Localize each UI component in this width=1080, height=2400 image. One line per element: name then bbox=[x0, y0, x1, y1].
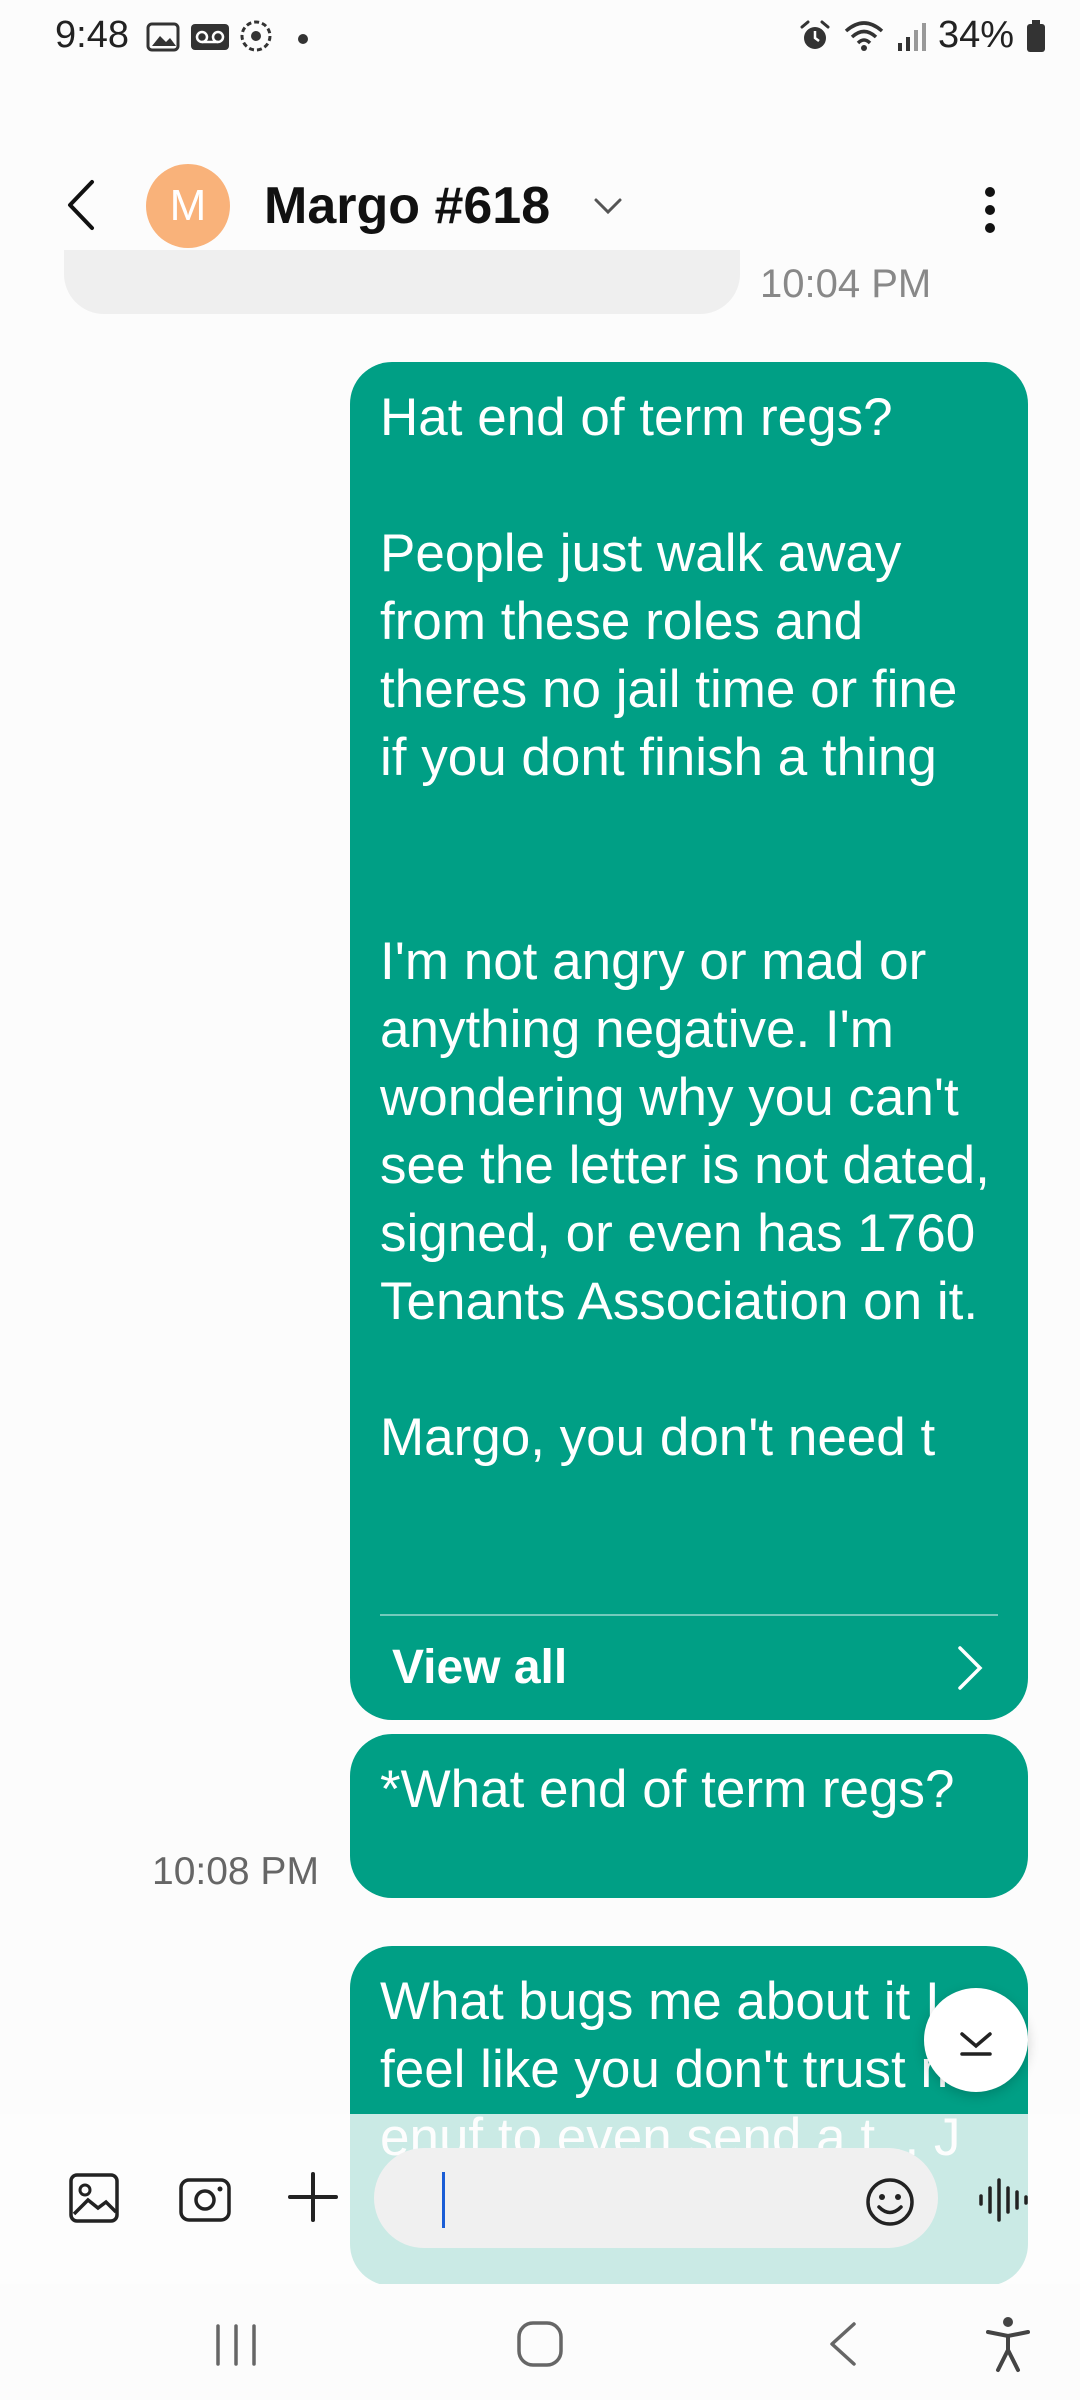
image-icon bbox=[146, 22, 180, 52]
back-button[interactable] bbox=[52, 172, 112, 238]
accessibility-icon[interactable] bbox=[982, 2314, 1034, 2374]
view-all-link[interactable]: View all bbox=[392, 1634, 567, 1702]
voice-input-icon[interactable] bbox=[976, 2170, 1030, 2230]
wifi-icon bbox=[844, 20, 884, 51]
emoji-icon[interactable] bbox=[864, 2176, 916, 2228]
view-all-divider bbox=[380, 1614, 998, 1616]
chevron-down-icon[interactable] bbox=[590, 188, 626, 224]
contact-name[interactable]: Margo #618 bbox=[264, 176, 550, 236]
nav-back-button[interactable] bbox=[820, 2318, 868, 2370]
message-text: *What end of term regs? bbox=[380, 1760, 955, 1819]
navigation-bar bbox=[0, 2284, 1080, 2400]
battery-percentage: 34% bbox=[937, 14, 1014, 56]
sync-icon bbox=[240, 20, 272, 52]
status-time: 9:48 bbox=[55, 14, 129, 56]
status-bar: 9:48 34% bbox=[0, 0, 1080, 80]
chevron-right-icon[interactable] bbox=[952, 1642, 988, 1694]
sent-message-bubble[interactable]: Hat end of term regs? People just walk a… bbox=[350, 362, 1028, 1720]
dot-icon bbox=[298, 34, 308, 44]
message-composer bbox=[0, 2114, 1080, 2284]
sent-message-bubble[interactable]: *What end of term regs? bbox=[350, 1734, 1028, 1898]
attach-plus-button[interactable] bbox=[286, 2170, 340, 2224]
text-caret bbox=[442, 2172, 445, 2228]
message-input[interactable] bbox=[374, 2148, 938, 2248]
conversation-header: M Margo #618 bbox=[0, 150, 1080, 260]
alarm-icon bbox=[800, 20, 830, 49]
gallery-button[interactable] bbox=[68, 2172, 120, 2224]
chevron-down-icon bbox=[960, 2032, 992, 2056]
previous-message-time: 10:04 PM bbox=[760, 262, 932, 306]
avatar[interactable]: M bbox=[146, 164, 230, 248]
message-time: 10:08 PM bbox=[152, 1850, 319, 1893]
camera-button[interactable] bbox=[178, 2172, 232, 2224]
more-options-button[interactable] bbox=[970, 180, 1010, 240]
battery-icon bbox=[1027, 19, 1045, 52]
voicemail-icon bbox=[191, 24, 229, 50]
scroll-to-bottom-button[interactable] bbox=[924, 1988, 1028, 2092]
previous-message-bubble bbox=[64, 250, 740, 314]
signal-icon bbox=[897, 22, 926, 51]
message-text: Hat end of term regs? People just walk a… bbox=[380, 388, 990, 1467]
status-right: 34% bbox=[798, 14, 1046, 57]
recents-button[interactable] bbox=[212, 2320, 260, 2370]
home-button[interactable] bbox=[514, 2318, 566, 2370]
